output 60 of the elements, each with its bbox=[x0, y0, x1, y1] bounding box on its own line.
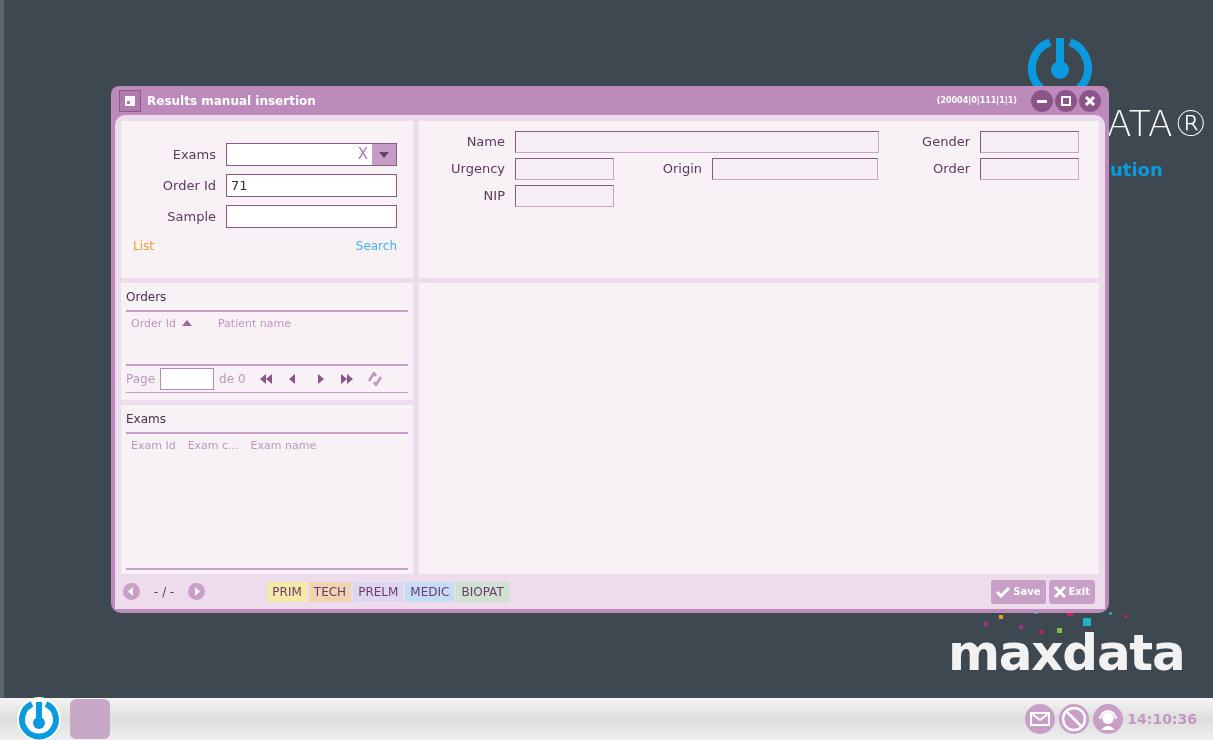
level-tag[interactable]: PRIM bbox=[267, 581, 307, 602]
brand-text: ATA® bbox=[1107, 106, 1209, 142]
field-label: Order bbox=[932, 160, 971, 179]
clear-icon[interactable]: X bbox=[353, 144, 372, 165]
text-field[interactable] bbox=[712, 158, 878, 180]
level-tag[interactable]: PRELM bbox=[353, 581, 404, 602]
minimize-button[interactable] bbox=[1031, 89, 1053, 112]
column-header[interactable]: Order Id bbox=[131, 316, 192, 364]
page-count: de 0 bbox=[219, 371, 246, 388]
exams-combo-field[interactable]: X bbox=[226, 143, 397, 166]
sort-up-icon bbox=[182, 320, 192, 326]
column-header[interactable]: Exam Id bbox=[131, 438, 176, 455]
power-logo-icon[interactable] bbox=[16, 696, 62, 740]
column-header[interactable]: Patient name bbox=[218, 316, 291, 364]
text-field[interactable] bbox=[515, 185, 614, 207]
close-icon bbox=[1053, 585, 1066, 598]
save-button[interactable]: Save bbox=[991, 579, 1046, 604]
window-code: (20004|0|111|1|1) bbox=[936, 94, 1017, 107]
field-label: Origin bbox=[661, 160, 703, 179]
taskbar-tile[interactable] bbox=[70, 699, 110, 739]
field-label: NIP bbox=[482, 187, 506, 206]
text-field[interactable] bbox=[515, 131, 879, 153]
field-label: Name bbox=[465, 133, 506, 152]
window-title: Results manual insertion bbox=[147, 92, 316, 110]
page-field[interactable] bbox=[160, 368, 215, 390]
brand-tagline: ution bbox=[1110, 161, 1163, 179]
dropdown-button[interactable] bbox=[372, 144, 396, 165]
column-header[interactable]: Exam name bbox=[250, 438, 317, 455]
first-page-icon[interactable] bbox=[258, 374, 273, 384]
app-icon bbox=[119, 89, 141, 112]
text-field[interactable] bbox=[226, 205, 397, 228]
close-icon bbox=[1084, 94, 1096, 107]
maximize-button[interactable] bbox=[1055, 89, 1077, 112]
last-page-icon[interactable] bbox=[339, 374, 354, 384]
record-position: - / - bbox=[154, 583, 175, 601]
text-field[interactable] bbox=[980, 131, 1079, 153]
panel-title: Orders bbox=[126, 289, 168, 306]
text-field[interactable]: 71 bbox=[226, 174, 397, 197]
check-icon bbox=[996, 585, 1011, 598]
text-field[interactable] bbox=[980, 158, 1079, 180]
logo-text: maxdata bbox=[948, 628, 1185, 678]
field-label: Urgency bbox=[450, 160, 506, 179]
page-label: Page bbox=[126, 371, 156, 388]
level-tag[interactable]: BIOPAT bbox=[456, 581, 509, 602]
text-field[interactable] bbox=[515, 158, 614, 180]
field-label: Exams bbox=[172, 145, 216, 164]
exit-button[interactable]: Exit bbox=[1048, 579, 1095, 604]
list-link[interactable]: List bbox=[133, 237, 154, 255]
field-label: Sample bbox=[167, 207, 216, 226]
square-icon bbox=[1060, 94, 1072, 107]
clock: 14:10:36 bbox=[1127, 709, 1197, 729]
search-link[interactable]: Search bbox=[355, 237, 397, 255]
level-tag[interactable]: TECH bbox=[308, 581, 352, 602]
level-tag[interactable]: MEDIC bbox=[405, 581, 455, 602]
field-label: Order Id bbox=[162, 176, 216, 195]
close-button[interactable] bbox=[1079, 89, 1101, 112]
column-header[interactable]: Exam c... bbox=[187, 438, 239, 455]
panel-title: Exams bbox=[126, 411, 167, 428]
field-label: Gender bbox=[921, 133, 971, 152]
caret-icon bbox=[379, 151, 389, 158]
